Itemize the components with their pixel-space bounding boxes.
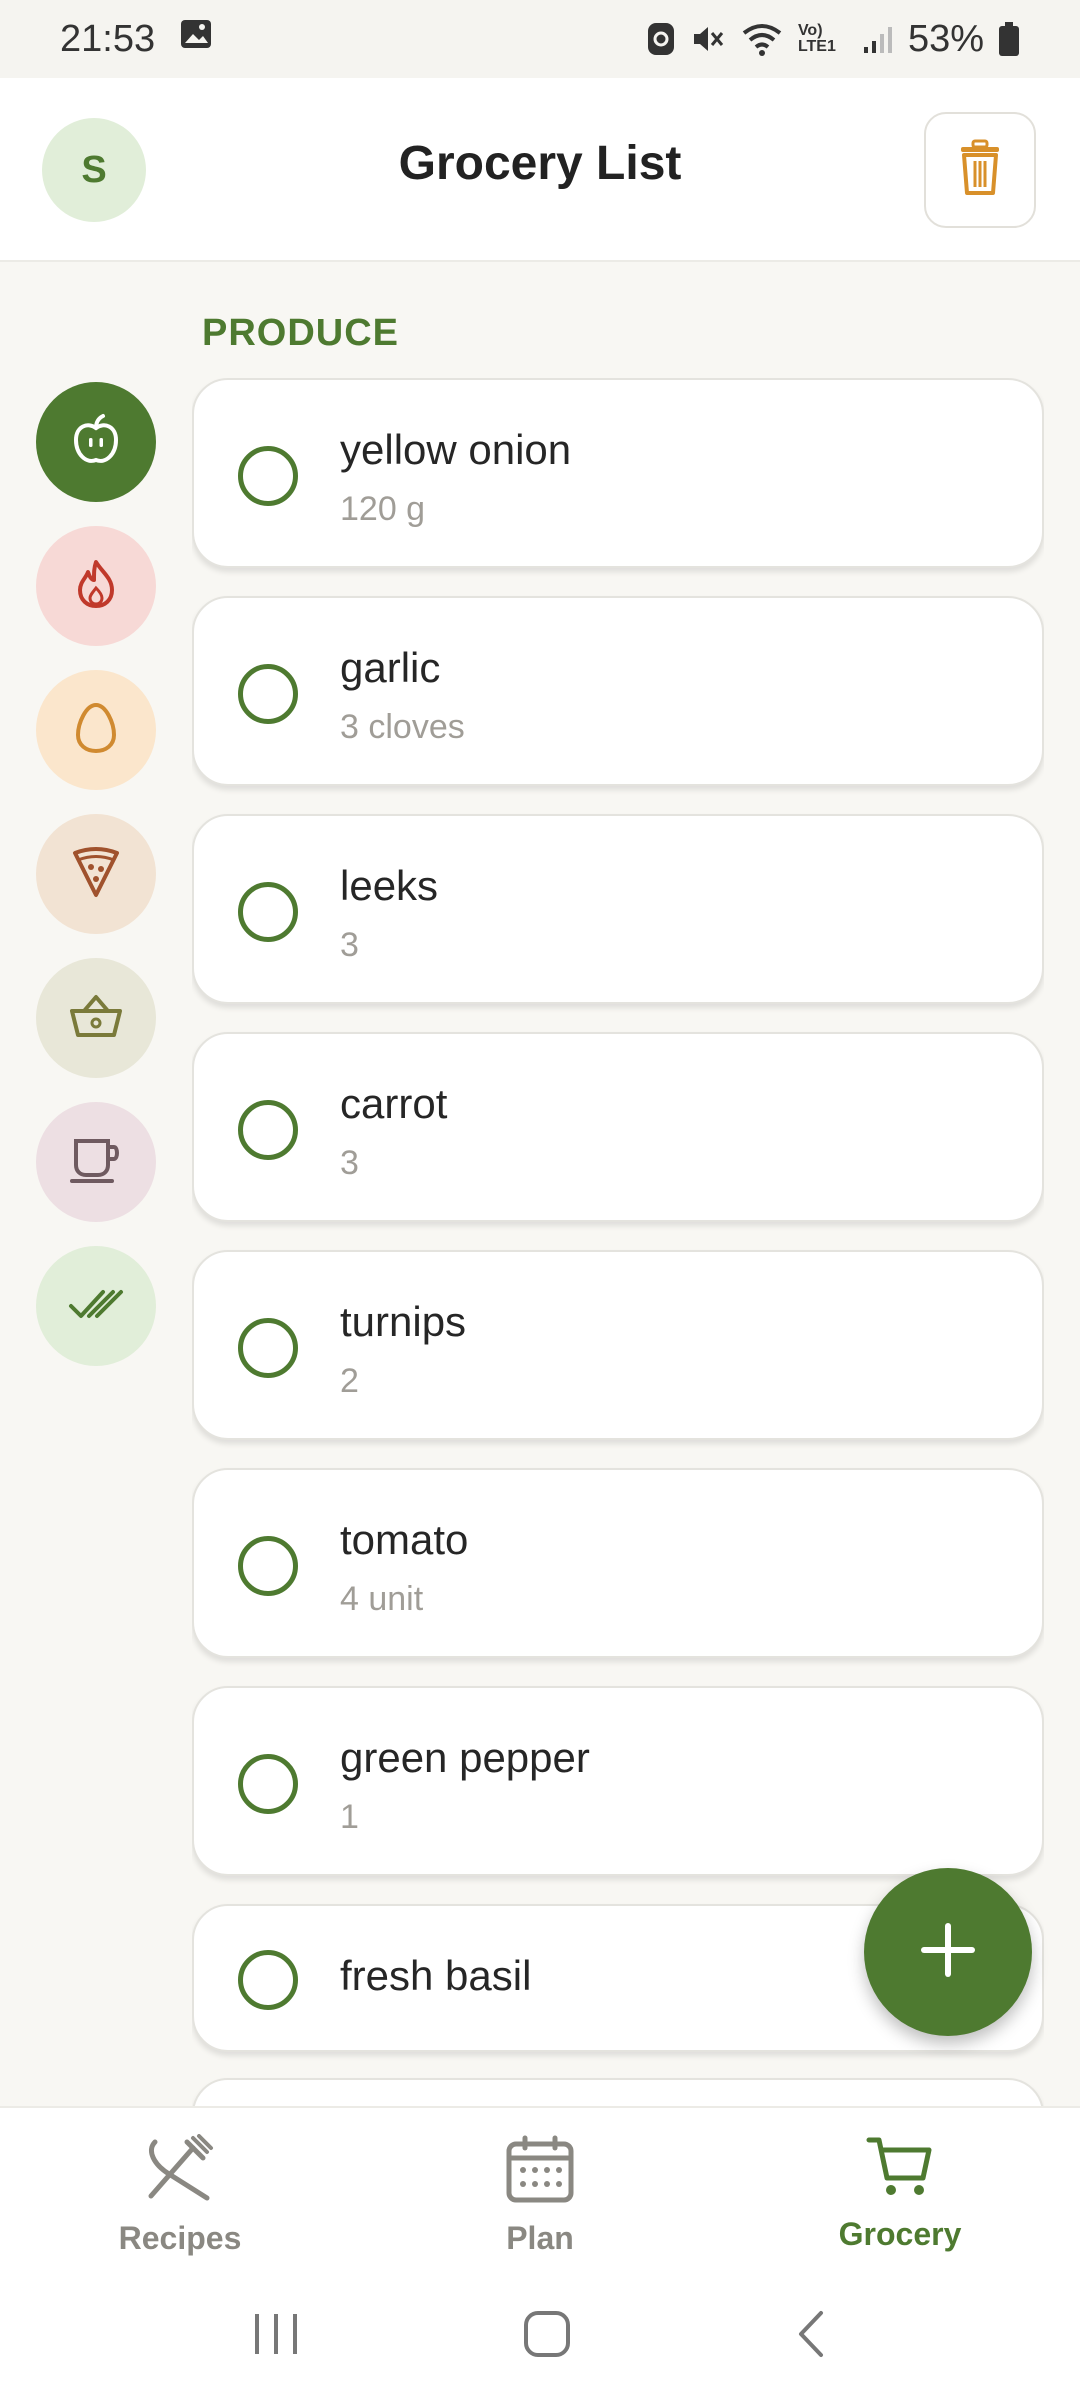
status-bar: 21:53 Vo) LTE1 53% — [0, 0, 1080, 78]
recent-apps-icon[interactable] — [251, 2310, 301, 2363]
nav-plan[interactable]: Plan — [360, 2108, 720, 2272]
battery-icon — [998, 21, 1020, 57]
nav-label: Grocery — [838, 2216, 962, 2252]
location-sync-icon — [646, 21, 676, 57]
list-item[interactable] — [192, 2078, 1044, 2106]
page-title: Grocery List — [398, 137, 682, 190]
item-checkbox[interactable] — [238, 446, 298, 506]
item-checkbox[interactable] — [238, 1536, 298, 1596]
battery-percent: 53% — [907, 17, 984, 60]
gallery-icon — [179, 17, 213, 61]
item-checkbox[interactable] — [238, 1754, 298, 1814]
mute-icon — [690, 21, 726, 57]
item-quantity: 2 — [340, 1362, 359, 1400]
add-item-button[interactable] — [864, 1868, 1032, 2036]
status-time: 21:53 — [60, 17, 156, 60]
pizza-icon — [69, 845, 123, 904]
item-checkbox[interactable] — [238, 1100, 298, 1160]
list-item[interactable]: garlic 3 cloves — [192, 596, 1044, 786]
clear-list-button[interactable] — [924, 112, 1036, 228]
item-quantity: 1 — [340, 1798, 359, 1836]
category-bakery-button[interactable] — [36, 814, 156, 934]
item-name: garlic — [340, 644, 441, 691]
category-produce-button[interactable] — [36, 382, 156, 502]
list-item[interactable]: tomato 4 unit — [192, 1468, 1044, 1658]
trash-icon — [955, 139, 1005, 202]
bottom-nav: Recipes Plan Grocery — [0, 2106, 1080, 2272]
category-beverages-button[interactable] — [36, 1102, 156, 1222]
home-icon[interactable] — [522, 2309, 572, 2364]
system-nav-bar — [0, 2272, 1080, 2400]
item-quantity: 3 — [340, 1144, 359, 1182]
apple-icon — [68, 412, 124, 473]
basket-icon — [68, 991, 124, 1046]
egg-icon — [74, 701, 118, 760]
nav-recipes[interactable]: Recipes — [0, 2108, 360, 2272]
item-name: leeks — [340, 862, 439, 909]
back-icon[interactable] — [793, 2309, 829, 2364]
list-item[interactable]: carrot 3 — [192, 1032, 1044, 1222]
list-item[interactable]: yellow onion 120 g — [192, 378, 1044, 568]
item-checkbox[interactable] — [238, 1318, 298, 1378]
list-item[interactable]: turnips 2 — [192, 1250, 1044, 1440]
category-pantry-button[interactable] — [36, 958, 156, 1078]
item-name: fresh basil — [340, 1952, 532, 1999]
item-name: tomato — [340, 1516, 469, 1563]
network-label: Vo) LTE1 — [797, 22, 836, 55]
item-name: turnips — [340, 1298, 467, 1345]
nav-label: Recipes — [118, 2220, 242, 2256]
item-quantity: 3 cloves — [340, 708, 465, 746]
item-name: yellow onion — [340, 426, 572, 473]
category-rail — [36, 382, 156, 1390]
wifi-icon — [740, 21, 784, 57]
item-checkbox[interactable] — [238, 664, 298, 724]
nav-label: Plan — [506, 2220, 574, 2256]
item-name: carrot — [340, 1080, 448, 1127]
item-quantity: 3 — [340, 926, 359, 964]
item-checkbox[interactable] — [238, 882, 298, 942]
cup-icon — [68, 1135, 124, 1190]
item-quantity: 120 g — [340, 490, 426, 528]
list-item[interactable]: green pepper 1 — [192, 1686, 1044, 1876]
category-meat-button[interactable] — [36, 526, 156, 646]
category-checked-button[interactable] — [36, 1246, 156, 1366]
app-header: S Grocery List — [0, 78, 1080, 262]
item-checkbox[interactable] — [238, 1950, 298, 2010]
section-title: PRODUCE — [202, 312, 400, 354]
cutlery-icon — [143, 2134, 217, 2212]
item-quantity: 4 unit — [340, 1580, 424, 1618]
cart-icon — [865, 2134, 935, 2208]
plus-icon — [918, 1920, 978, 1985]
signal-icon — [862, 23, 894, 55]
calendar-icon — [505, 2134, 575, 2212]
category-dairy-button[interactable] — [36, 670, 156, 790]
double-check-icon — [67, 1284, 125, 1329]
flame-icon — [72, 558, 120, 615]
list-item[interactable]: leeks 3 — [192, 814, 1044, 1004]
item-name: green pepper — [340, 1734, 590, 1781]
nav-grocery[interactable]: Grocery — [720, 2108, 1080, 2272]
grocery-list: yellow onion 120 g garlic 3 cloves leeks… — [192, 378, 1044, 2106]
